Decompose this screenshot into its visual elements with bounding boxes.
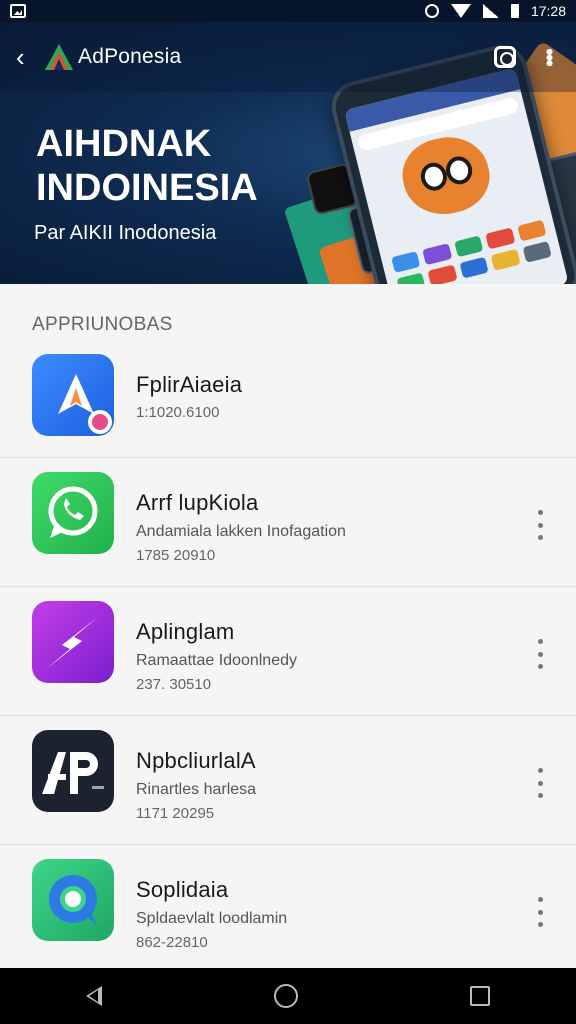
wifi-icon (450, 4, 471, 18)
app-name: Aplinglam (136, 619, 235, 644)
status-bar: 17:28 (0, 0, 576, 22)
nav-recents-icon[interactable] (470, 986, 490, 1006)
app-name: NpbcliurlalA (136, 748, 256, 773)
app-name: Soplidaia (136, 877, 229, 902)
ap-logo-icon (32, 730, 114, 812)
purple-arrow-icon (32, 601, 114, 683)
green-chat-icon (32, 859, 114, 941)
list-item[interactable]: FplirAiaeia 1:1020.6100 (0, 340, 576, 458)
nav-back-icon[interactable] (86, 986, 102, 1006)
overflow-menu-icon[interactable] (536, 897, 544, 927)
navigation-bar (0, 968, 576, 1024)
mascot-icon (395, 128, 497, 223)
app-meta: 1785 20910 (136, 547, 216, 564)
more-options-icon[interactable]: ••• (537, 48, 562, 65)
hero-title: AIHDNAK INDOINESIA (36, 122, 258, 210)
sync-icon (424, 4, 439, 18)
app-description: Rinartles harlesa (136, 781, 257, 798)
list-item[interactable]: Aplinglam Ramaattae Idoonlnedy 237. 3051… (0, 587, 576, 716)
overflow-menu-icon[interactable] (536, 639, 544, 669)
hero-subtitle: Par AIKII Inodonesia (34, 222, 217, 244)
nav-home-icon[interactable] (274, 984, 298, 1008)
app-list: FplirAiaeia 1:1020.6100 Arrf lupKiola An… (0, 340, 576, 974)
account-icon[interactable] (494, 46, 516, 68)
app-description: Andamiala lakken Inofagation (136, 523, 346, 540)
hero-title-line-2: INDOINESIA (36, 167, 258, 209)
app-meta: 1171 20295 (136, 805, 215, 822)
section-header: APPRIUNOBAS (32, 314, 173, 335)
app-meta: 1:1020.6100 (136, 404, 220, 421)
status-icons: 17:28 (424, 3, 566, 19)
signal-icon (482, 4, 499, 18)
toolbar: ‹ AdPonesia ••• (0, 22, 576, 92)
back-arrow-icon[interactable]: ‹ (16, 44, 38, 70)
blue-arrow-icon (32, 354, 114, 436)
app-meta: 237. 30510 (136, 676, 212, 693)
list-item[interactable]: NpbcliurlalA Rinartles harlesa 1171 2029… (0, 716, 576, 845)
list-item[interactable]: Arrf lupKiola Andamiala lakken Inofagati… (0, 458, 576, 587)
overflow-menu-icon[interactable] (536, 510, 544, 540)
app-description: Ramaattae Idoonlnedy (136, 652, 297, 669)
whatsapp-like-icon (32, 472, 114, 554)
overflow-menu-icon[interactable] (536, 768, 544, 798)
status-time: 17:28 (530, 3, 566, 19)
app-name: Arrf lupKiola (136, 490, 259, 515)
hero-banner: ‹ AdPonesia ••• AIHDNAK INDOINESIA Par A… (0, 22, 576, 284)
app-meta: 862-22810 (136, 934, 208, 951)
battery-icon (510, 4, 519, 18)
app-logo-icon (45, 44, 73, 70)
hero-title-line-1: AIHDNAK (36, 123, 212, 165)
app-description: Spldaevlalt loodlamin (136, 910, 288, 927)
app-name: FplirAiaeia (136, 372, 243, 397)
list-item[interactable]: Soplidaia Spldaevlalt loodlamin 862-2281… (0, 845, 576, 974)
app-title: AdPonesia (78, 45, 182, 68)
gallery-icon (10, 4, 26, 18)
